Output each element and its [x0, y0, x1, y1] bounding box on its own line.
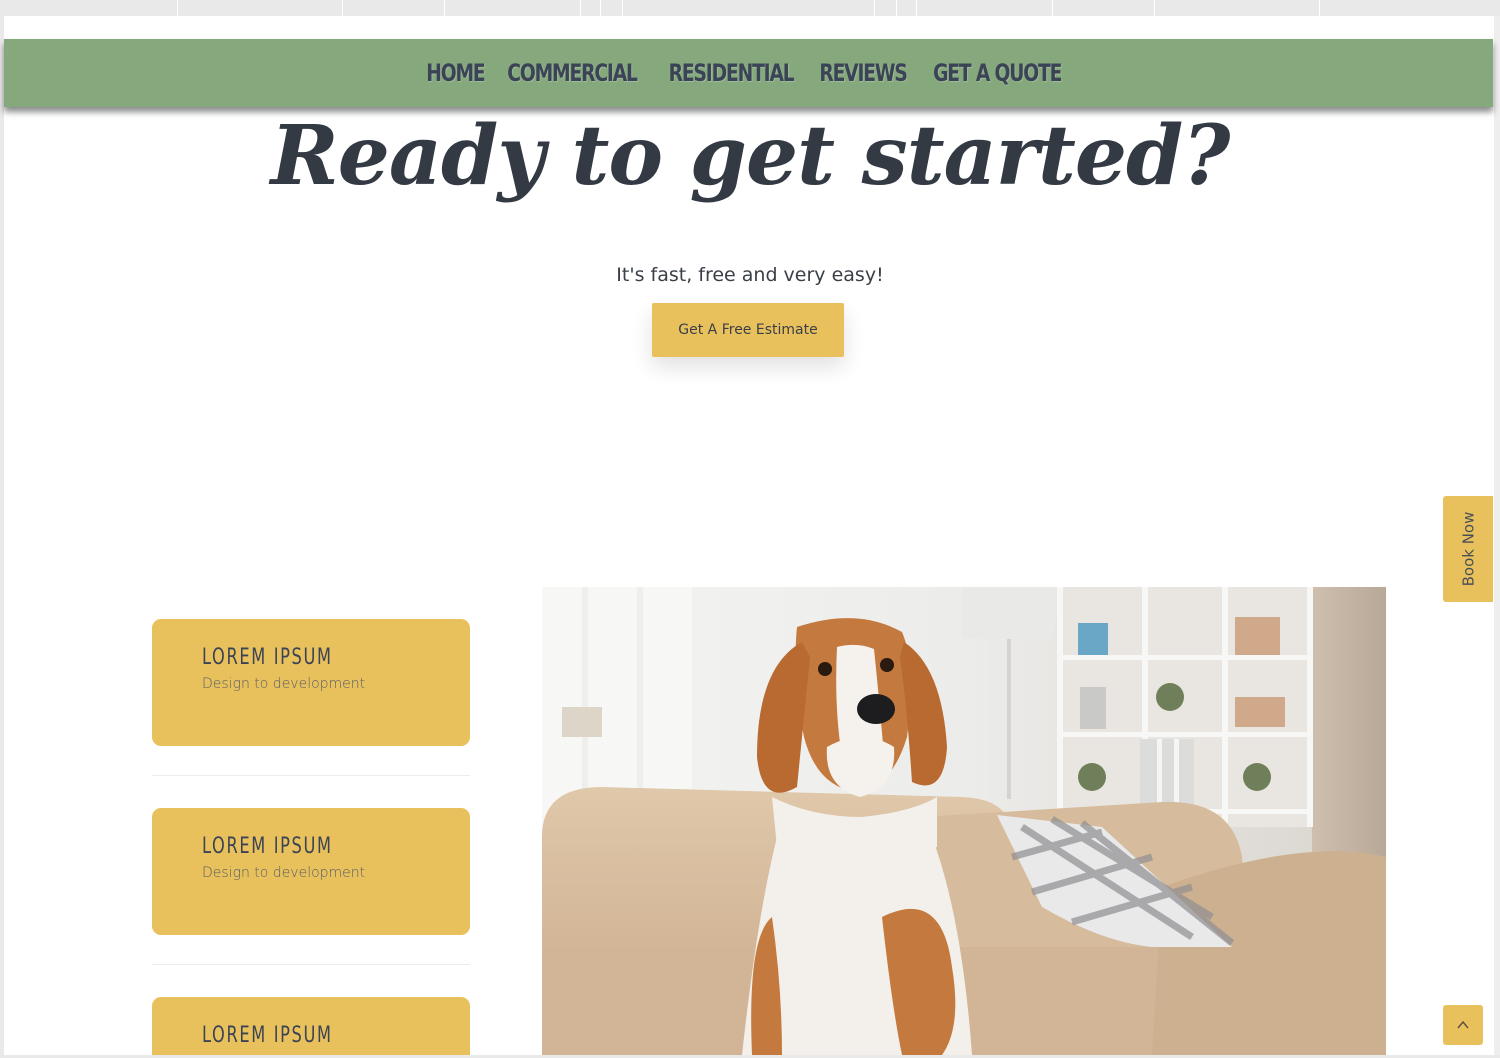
nav-commercial[interactable]: COMMERCIAL	[507, 59, 638, 87]
strip-divider	[874, 0, 875, 16]
browser-top-strip	[0, 0, 1500, 16]
strip-divider	[444, 0, 445, 16]
strip-divider	[916, 0, 917, 16]
hero-title: Ready to get started?	[270, 108, 1231, 204]
nav-reviews[interactable]: REVIEWS	[819, 59, 908, 87]
feature-card-title: LOREM IPSUM	[202, 645, 333, 670]
strip-divider	[177, 0, 178, 16]
feature-card-title: LOREM IPSUM	[202, 834, 333, 859]
strip-divider	[622, 0, 623, 16]
feature-card: LOREM IPSUM Design to development	[152, 808, 470, 935]
chevron-up-icon	[1457, 1020, 1469, 1029]
strip-divider	[342, 0, 343, 16]
strip-divider	[600, 0, 601, 16]
strip-divider	[1319, 0, 1320, 16]
strip-divider	[1154, 0, 1155, 16]
strip-divider	[896, 0, 897, 16]
strip-divider	[580, 0, 581, 16]
main-nav: HOME COMMERCIAL RESIDENTIAL REVIEWS GET …	[4, 39, 1493, 107]
book-now-label: Book Now	[1459, 511, 1478, 587]
card-divider	[152, 964, 470, 965]
dog-on-sofa-photo	[542, 587, 1386, 1055]
nav-residential[interactable]: RESIDENTIAL	[668, 59, 794, 87]
book-now-button[interactable]: Book Now	[1443, 496, 1493, 602]
nav-get-a-quote[interactable]: GET A QUOTE	[933, 59, 1062, 87]
scroll-to-top-button[interactable]	[1443, 1005, 1483, 1045]
feature-card: LOREM IPSUM Design to development	[152, 619, 470, 746]
feature-card-description: Design to development	[202, 865, 366, 881]
feature-card-title: LOREM IPSUM	[202, 1023, 333, 1048]
card-divider	[152, 775, 470, 776]
free-estimate-button[interactable]: Get A Free Estimate	[652, 303, 844, 357]
feature-card: LOREM IPSUM	[152, 997, 470, 1055]
feature-card-description: Design to development	[202, 676, 366, 692]
strip-divider	[1052, 0, 1053, 16]
hero-subtitle: It's fast, free and very easy!	[616, 264, 884, 286]
nav-home[interactable]: HOME	[426, 59, 485, 87]
